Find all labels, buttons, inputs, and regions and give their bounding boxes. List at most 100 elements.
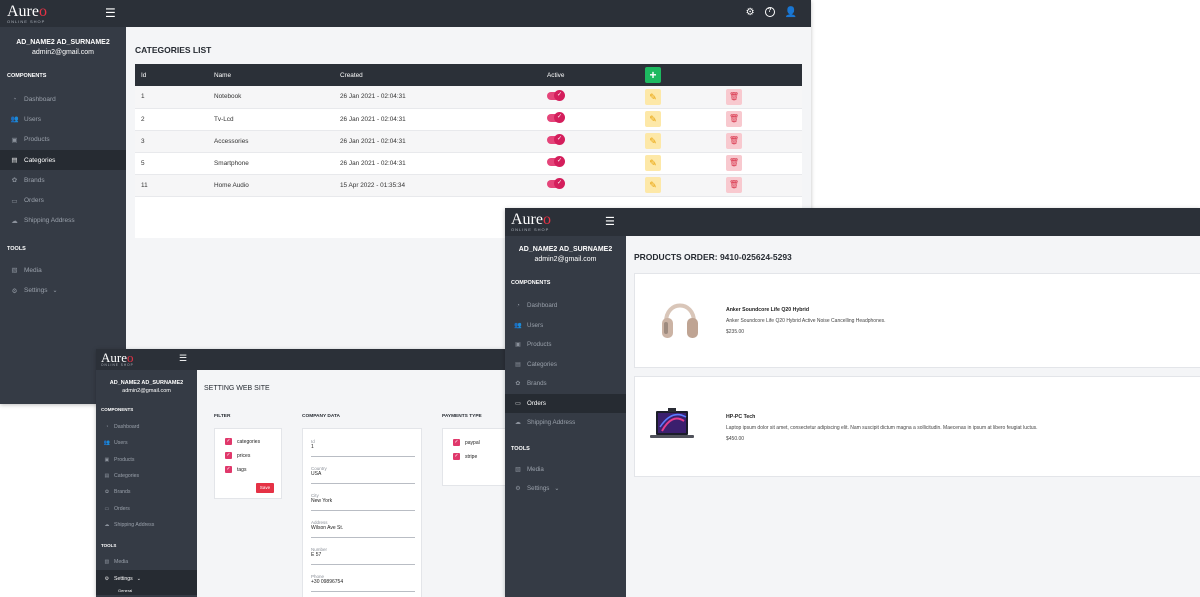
logo[interactable]: Aureo ONLINE SHOP <box>7 3 47 24</box>
menu-icon[interactable]: ☰ <box>605 215 615 228</box>
sidebar-item-dashboard[interactable]: ◔ Dashboard <box>96 419 197 435</box>
sidebar-item-shipping[interactable]: ☁ Shipping Address <box>96 517 197 533</box>
sidebar-item-shipping[interactable]: ☁ Shipping Address <box>0 211 126 231</box>
sidebar-item-dashboard[interactable]: ◔ Dashboard <box>0 89 126 109</box>
row-name: Notebook <box>208 86 334 109</box>
sidebar-item-orders[interactable]: ▭ Orders <box>505 393 626 413</box>
user-email: admin2@gmail.com <box>32 49 94 56</box>
user-email: admin2@gmail.com <box>534 256 597 263</box>
save-button[interactable]: Save <box>256 483 274 493</box>
sidebar-item-media[interactable]: ▧ Media <box>0 260 126 280</box>
company-field-address[interactable]: Address Wilson Ave St. <box>311 520 415 538</box>
filter-option[interactable]: ✓ tags <box>225 466 260 480</box>
brands-icon: ✿ <box>104 489 110 496</box>
checkbox-checked-icon[interactable]: ✓ <box>453 439 460 446</box>
col-add: + <box>639 64 720 86</box>
sidebar-item-brands[interactable]: ✿ Brands <box>96 484 197 500</box>
active-toggle[interactable] <box>547 178 565 189</box>
sidebar-item-media[interactable]: ▧ Media <box>96 554 197 570</box>
col-name: Name <box>208 64 334 86</box>
gear-icon[interactable]: ⚙ <box>746 7 755 18</box>
sidebar-item-orders[interactable]: ▭ Orders <box>0 190 126 210</box>
sidebar-item-users[interactable]: 👥 Users <box>0 109 126 129</box>
row-created: 15 Apr 2022 - 01:35:34 <box>334 174 541 197</box>
active-toggle[interactable] <box>547 89 565 101</box>
payment-option[interactable]: ✓ stripe <box>453 453 480 467</box>
pencil-icon[interactable]: ✎ <box>645 88 661 105</box>
filter-option[interactable]: ✓ categories <box>225 438 260 452</box>
plus-icon[interactable]: + <box>645 67 661 83</box>
logo[interactable]: Aureo ONLINE SHOP <box>511 212 551 232</box>
col-id: Id <box>135 64 208 86</box>
checkbox-checked-icon[interactable]: ✓ <box>225 452 232 459</box>
trash-icon[interactable]: 🗑 <box>726 88 742 105</box>
tools-label: TOOLS <box>101 543 117 549</box>
sidebar-subitem-general[interactable]: General <box>96 586 197 595</box>
row-created: 26 Jan 2021 - 02:04:31 <box>334 130 541 153</box>
trash-icon[interactable]: 🗑 <box>726 177 742 193</box>
pencil-icon[interactable]: ✎ <box>645 177 661 193</box>
sidebar-item-categories[interactable]: ▤ Categories <box>96 468 197 484</box>
help-icon[interactable]: ? <box>764 7 775 17</box>
sidebar-item-categories[interactable]: ▤ Categories <box>0 149 126 171</box>
pencil-icon[interactable]: ✎ <box>645 111 661 127</box>
trash-icon[interactable]: 🗑 <box>726 133 742 149</box>
users-icon: 👥 <box>103 440 111 447</box>
active-toggle[interactable] <box>547 112 565 123</box>
checkbox-checked-icon[interactable]: ✓ <box>453 453 460 460</box>
sidebar-nav: ◔ Dashboard 👥 Users ▣ Products ▤ Categories … <box>0 89 126 231</box>
active-toggle[interactable] <box>547 156 565 167</box>
payment-option[interactable]: ✓ paypal <box>453 439 480 453</box>
products-icon: ▣ <box>515 341 521 349</box>
active-toggle[interactable] <box>547 134 565 145</box>
row-id: 1 <box>135 86 208 109</box>
media-icon: ▧ <box>515 465 521 473</box>
row-created: 26 Jan 2021 - 02:04:31 <box>334 152 541 175</box>
company-field-number[interactable]: Number E 57 <box>311 547 415 565</box>
top-bar: Aureo ONLINE SHOP ☰ <box>96 349 505 370</box>
sidebar-item-products[interactable]: ▣ Products <box>96 452 197 468</box>
sidebar-item-users[interactable]: 👥 Users <box>505 316 626 336</box>
sidebar-item-settings[interactable]: ⚙ Settings ⌄ <box>0 280 126 300</box>
pencil-icon[interactable]: ✎ <box>645 155 661 171</box>
sidebar-item-media[interactable]: ▧ Media <box>505 460 626 480</box>
sidebar-item-categories[interactable]: ▤ Categories <box>505 355 626 375</box>
user-icon[interactable]: 👤 <box>785 7 797 18</box>
company-field-phone[interactable]: Phone +30 09896754 <box>311 574 415 592</box>
logo[interactable]: Aureo ONLINE SHOP <box>101 351 134 367</box>
company-field-id[interactable]: Id 1 <box>311 439 415 457</box>
pencil-icon[interactable]: ✎ <box>645 133 661 149</box>
menu-icon[interactable]: ☰ <box>105 6 116 20</box>
sidebar-item-settings[interactable]: ⚙ Settings ⌄ <box>505 479 626 499</box>
sidebar-item-products[interactable]: ▣ Products <box>0 130 126 150</box>
sidebar-item-brands[interactable]: ✿ Brands <box>505 374 626 394</box>
product-description: Laptop ipsum dolor sit amet, consectetur… <box>726 425 1038 431</box>
sidebar-item-users[interactable]: 👥 Users <box>96 435 197 451</box>
row-name: Smartphone <box>208 152 334 175</box>
menu-icon[interactable]: ☰ <box>179 353 187 364</box>
row-name: Tv-Lcd <box>208 108 334 131</box>
categories-table: Id Name Created Active + 1 Notebook 26 J… <box>135 64 802 197</box>
page-title: PRODUCTS ORDER: 9410-025624-5293 <box>634 252 792 262</box>
components-label: COMPONENTS <box>101 407 134 412</box>
trash-icon[interactable]: 🗑 <box>726 155 742 171</box>
sidebar-item-settings[interactable]: ⚙ Settings ⌄ <box>96 570 197 587</box>
company-field-city[interactable]: City New York <box>311 493 415 511</box>
categories-icon: ▤ <box>11 157 18 165</box>
checkbox-checked-icon[interactable]: ✓ <box>225 466 232 473</box>
company-field-country[interactable]: Country USA <box>311 466 415 484</box>
sidebar-item-dashboard[interactable]: ◔ Dashboard <box>505 296 626 316</box>
sidebar-item-products[interactable]: ▣ Products <box>505 335 626 355</box>
orders-icon: ▭ <box>11 197 18 205</box>
top-bar: Aureo ONLINE SHOP ☰ ⚙ ? 👤 <box>0 0 811 27</box>
dashboard-icon: ◔ <box>516 302 520 310</box>
checkbox-checked-icon[interactable]: ✓ <box>225 438 232 445</box>
components-label: COMPONENTS <box>511 280 551 286</box>
sidebar-item-shipping[interactable]: ☁ Shipping Address <box>505 413 626 433</box>
trash-icon[interactable]: 🗑 <box>726 111 742 127</box>
shipping-icon: ☁ <box>104 521 110 528</box>
users-icon: 👥 <box>10 116 19 124</box>
filter-option[interactable]: ✓ prices <box>225 452 260 466</box>
sidebar-item-brands[interactable]: ✿ Brands <box>0 170 126 190</box>
sidebar-item-orders[interactable]: ▭ Orders <box>96 500 197 516</box>
